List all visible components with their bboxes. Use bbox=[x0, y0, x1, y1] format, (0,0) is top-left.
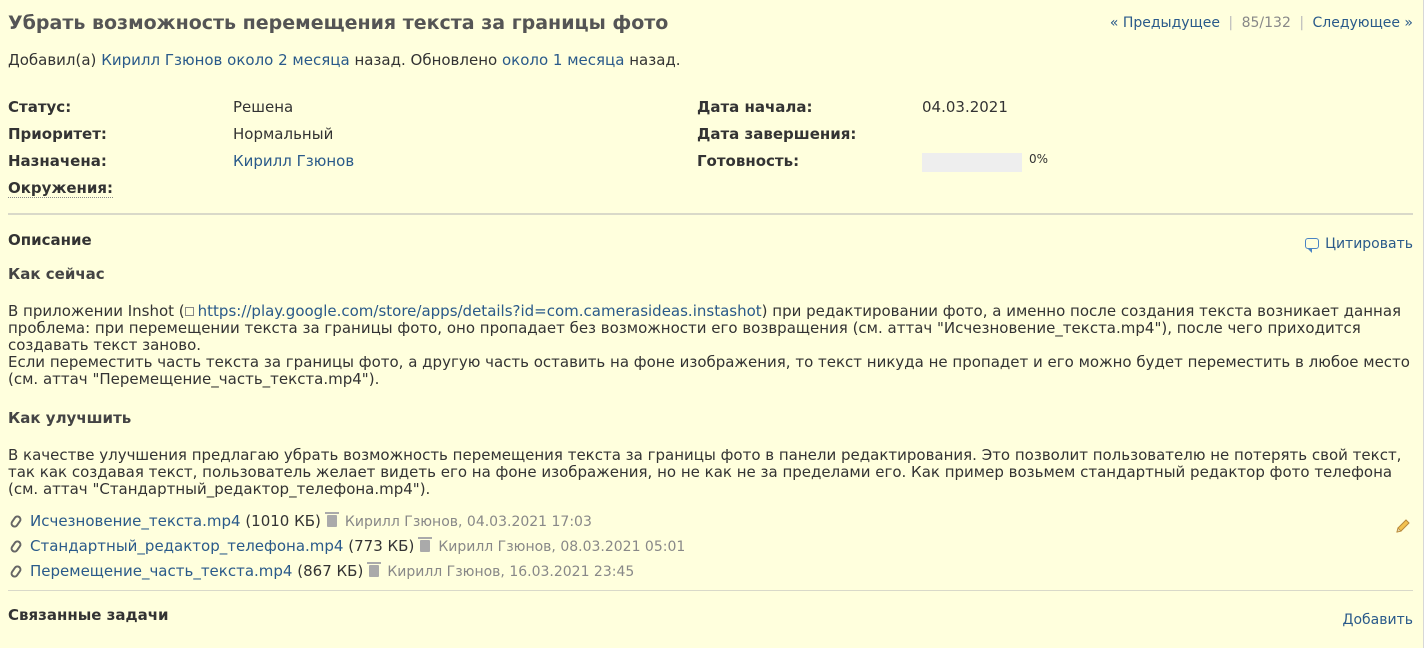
attachment-size: (1010 КБ) bbox=[245, 512, 321, 530]
description-paragraph-2: В качестве улучшения предлагаю убрать во… bbox=[8, 446, 1402, 498]
paperclip-icon bbox=[8, 513, 24, 530]
section-heading-improve: Как улучшить bbox=[8, 409, 132, 427]
attachment-item: Стандартный_редактор_телефона.mp4 (773 К… bbox=[8, 537, 685, 559]
divider bbox=[8, 213, 1413, 215]
quote-label: Цитировать bbox=[1325, 236, 1413, 252]
added-suffix: назад. Обновлено bbox=[354, 51, 498, 69]
issue-title: Убрать возможность перемещения текста за… bbox=[8, 12, 669, 34]
progress-bar bbox=[922, 153, 1022, 172]
add-related-link[interactable]: Добавить bbox=[1343, 612, 1413, 628]
play-store-link[interactable]: https://play.google.com/store/apps/detai… bbox=[198, 302, 762, 320]
issue-page: Убрать возможность перемещения текста за… bbox=[0, 0, 1424, 648]
external-link-icon bbox=[184, 307, 194, 316]
para1-line2: Если переместить часть текста за границы… bbox=[8, 353, 1410, 388]
attachment-link[interactable]: Перемещение_часть_текста.mp4 bbox=[30, 562, 292, 580]
assigned-user-link[interactable]: Кирилл Гзюнов bbox=[233, 152, 354, 170]
attachment-link[interactable]: Исчезновение_текста.mp4 bbox=[30, 512, 241, 530]
environment-label: Окружения: bbox=[8, 179, 114, 198]
assigned-label: Назначена: bbox=[8, 152, 107, 170]
priority-label: Приоритет: bbox=[8, 125, 107, 143]
nav-separator: | bbox=[1299, 15, 1305, 31]
updated-ago-link[interactable]: около 1 месяца bbox=[502, 51, 624, 69]
trash-icon[interactable] bbox=[367, 562, 382, 577]
speech-bubble-icon bbox=[1305, 238, 1320, 253]
attachment-meta: Кирилл Гзюнов, 16.03.2021 23:45 bbox=[387, 564, 635, 580]
author-link[interactable]: Кирилл Гзюнов bbox=[101, 51, 222, 69]
attachment-item: Исчезновение_текста.mp4 (1010 КБ) Кирилл … bbox=[8, 512, 592, 534]
attachment-size: (867 КБ) bbox=[297, 562, 364, 580]
para1-start: В приложении Inshot ( bbox=[8, 302, 185, 320]
issue-counter: 85/132 bbox=[1241, 15, 1291, 31]
related-issues-heading: Связанные задачи bbox=[8, 606, 169, 624]
done-ratio-label: Готовность: bbox=[697, 152, 800, 170]
attachment-meta: Кирилл Гзюнов, 04.03.2021 17:03 bbox=[344, 514, 592, 530]
author-prefix: Добавил(а) bbox=[8, 51, 97, 69]
added-ago-link[interactable]: около 2 месяца bbox=[227, 51, 349, 69]
progress-percent: 0% bbox=[1029, 152, 1049, 166]
start-date-label: Дата начала: bbox=[697, 98, 813, 116]
issue-navigation: « Предыдущее | 85/132 | Следующее » bbox=[1110, 15, 1413, 31]
environment-label-text: Окружения: bbox=[8, 179, 114, 198]
status-label: Статус: bbox=[8, 98, 72, 116]
prev-issue-link[interactable]: « Предыдущее bbox=[1110, 15, 1220, 31]
updated-suffix: назад. bbox=[629, 51, 681, 69]
due-date-label: Дата завершения: bbox=[697, 125, 857, 143]
author-line: Добавил(а) Кирилл Гзюнов около 2 месяца … bbox=[8, 51, 681, 69]
attachment-size: (773 КБ) bbox=[348, 537, 415, 555]
nav-separator: | bbox=[1228, 15, 1234, 31]
attachment-item: Перемещение_часть_текста.mp4 (867 КБ) Кир… bbox=[8, 562, 634, 584]
paperclip-icon bbox=[8, 538, 24, 555]
section-heading-now: Как сейчас bbox=[8, 265, 105, 283]
divider bbox=[8, 590, 1413, 591]
description-heading: Описание bbox=[8, 231, 92, 249]
next-issue-link[interactable]: Следующее » bbox=[1312, 15, 1413, 31]
paperclip-icon bbox=[8, 563, 24, 580]
trash-icon[interactable] bbox=[418, 537, 433, 552]
attachment-link[interactable]: Стандартный_редактор_телефона.mp4 bbox=[30, 537, 343, 555]
quote-button[interactable]: Цитировать bbox=[1305, 236, 1413, 253]
priority-value: Нормальный bbox=[233, 125, 334, 143]
trash-icon[interactable] bbox=[324, 512, 339, 527]
start-date-value: 04.03.2021 bbox=[922, 98, 1008, 116]
status-value: Решена bbox=[233, 98, 294, 116]
attachment-meta: Кирилл Гзюнов, 08.03.2021 05:01 bbox=[438, 539, 686, 555]
pencil-icon[interactable] bbox=[1395, 518, 1411, 534]
description-paragraph-1: В приложении Inshot ( https://play.google… bbox=[8, 303, 1416, 388]
